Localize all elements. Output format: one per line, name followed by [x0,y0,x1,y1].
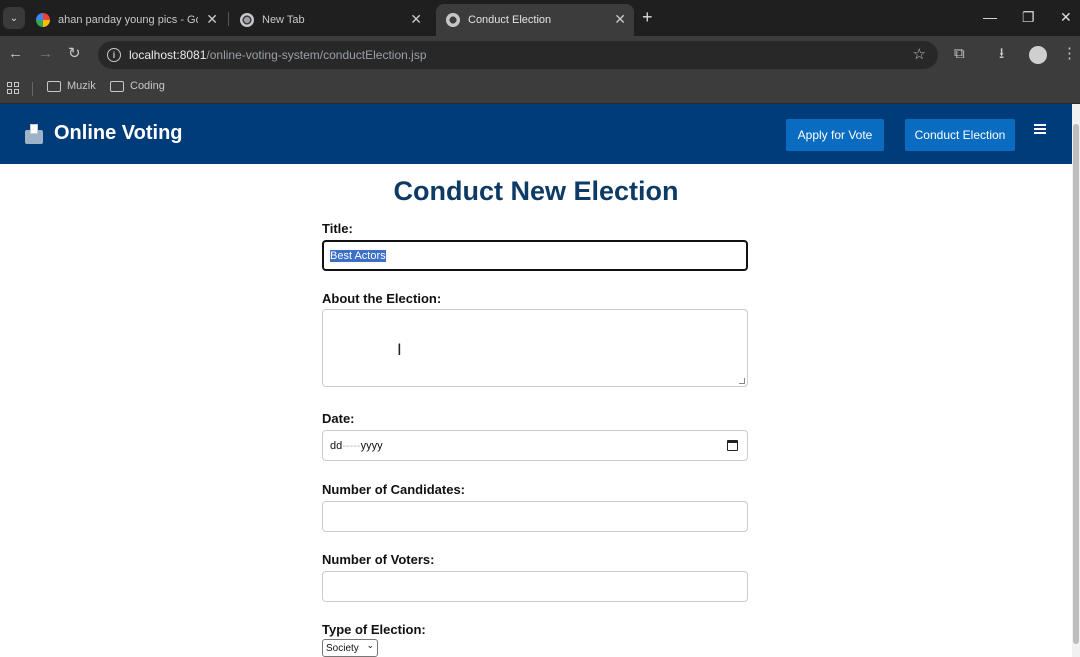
download-icon[interactable]: ⭳ [999,45,1004,63]
tab-close-icon[interactable]: ✕ [206,12,218,26]
browser-tab-new-tab[interactable]: New Tab ✕ [230,4,430,36]
url-text[interactable]: localhost:8081/online-voting-system/cond… [129,48,427,62]
site-info-icon[interactable]: i [107,48,121,62]
calendar-icon[interactable] [727,440,738,451]
page-scrollbar[interactable] [1072,104,1080,657]
forward-arrow-icon[interactable]: → [38,45,53,63]
about-label: About the Election: [322,291,442,306]
globe-favicon-icon [446,13,460,27]
folder-icon [47,80,61,92]
page-title: Conduct New Election [393,176,679,206]
site-navbar: Online Voting Apply for Vote Conduct Ele… [0,104,1072,164]
ballot-box-icon [24,123,44,144]
tab-title: New Tab [262,14,305,26]
folder-icon [110,80,124,92]
reload-icon[interactable]: ↻ [68,45,81,63]
browser-tab-google[interactable]: ahan panday young pics - Goo ✕ [26,4,226,36]
url-host: localhost:8081 [129,48,207,62]
bookmark-star-icon[interactable]: ☆ [913,45,926,63]
hamburger-menu-icon[interactable] [1034,124,1046,134]
page-viewport: Online Voting Apply for Vote Conduct Ele… [0,104,1072,657]
date-year-part: yyyy [360,439,383,452]
site-brand[interactable]: Online Voting [24,122,183,145]
conduct-election-button[interactable]: Conduct Election [905,119,1015,151]
voters-input[interactable] [322,571,748,602]
tab-divider [228,12,229,26]
chrome-favicon-icon [240,13,254,27]
resize-handle[interactable] [739,378,745,384]
restore-icon[interactable]: ❐ [1022,8,1035,26]
date-day-part: dd [330,439,343,452]
close-window-icon[interactable]: ✕ [1060,8,1072,26]
browser-tab-bar: ⌄ ahan panday young pics - Goo ✕ New Tab… [0,0,1080,36]
profile-avatar-icon[interactable] [1029,46,1047,64]
voters-label: Number of Voters: [322,552,435,567]
scrollbar-thumb[interactable] [1073,124,1079,644]
bookmark-coding[interactable]: Coding [110,80,165,92]
tab-title: ahan panday young pics - Goo [58,14,198,26]
title-input[interactable]: Best Actors [322,240,748,271]
title-label: Title: [322,221,353,236]
date-input[interactable]: dd-----yyyy [322,430,748,461]
address-bar[interactable]: i localhost:8081/online-voting-system/co… [98,41,938,69]
about-textarea[interactable]: I [322,309,748,387]
chevron-down-icon: ⌄ [366,640,374,650]
url-path: /online-voting-system/conductElection.js… [206,48,427,62]
date-label: Date: [322,411,355,426]
candidates-label: Number of Candidates: [322,482,466,497]
bookmark-label: Coding [130,80,165,92]
tab-title: Conduct Election [468,14,552,26]
type-select[interactable]: Society ⌄ [322,639,378,657]
type-label: Type of Election: [322,622,426,637]
brand-name: Online Voting [54,122,183,144]
new-tab-plus-icon[interactable]: + [642,8,653,26]
date-placeholder: dd-----yyyy [330,440,383,452]
back-arrow-icon[interactable]: ← [8,45,23,63]
text-cursor-icon: I [397,340,402,359]
type-select-value: Society [326,642,359,654]
google-favicon-icon [36,13,50,27]
candidates-input[interactable] [322,501,748,532]
date-month-part: ----- [342,439,361,452]
bookmark-label: Muzik [67,80,96,92]
bookmarks-bar: Muzik Coding [0,74,1080,104]
browser-toolbar: ← → ↻ i localhost:8081/online-voting-sys… [0,36,1080,74]
browser-tab-conduct-election[interactable]: Conduct Election ✕ [436,4,634,36]
apply-for-vote-button[interactable]: Apply for Vote [786,119,884,151]
title-input-value: Best Actors [330,249,386,262]
tab-close-icon[interactable]: ✕ [614,12,626,26]
bookmarks-divider [32,82,33,96]
tab-close-icon[interactable]: ✕ [410,12,422,26]
more-vert-icon[interactable]: ⋮ [1062,45,1077,63]
extensions-puzzle-icon[interactable]: ⧉ [954,45,965,63]
bookmark-muzik[interactable]: Muzik [47,80,96,92]
tab-search-chevron-icon[interactable]: ⌄ [3,7,25,29]
apps-grid-icon[interactable] [7,82,19,94]
minimize-icon[interactable]: — [983,8,997,26]
